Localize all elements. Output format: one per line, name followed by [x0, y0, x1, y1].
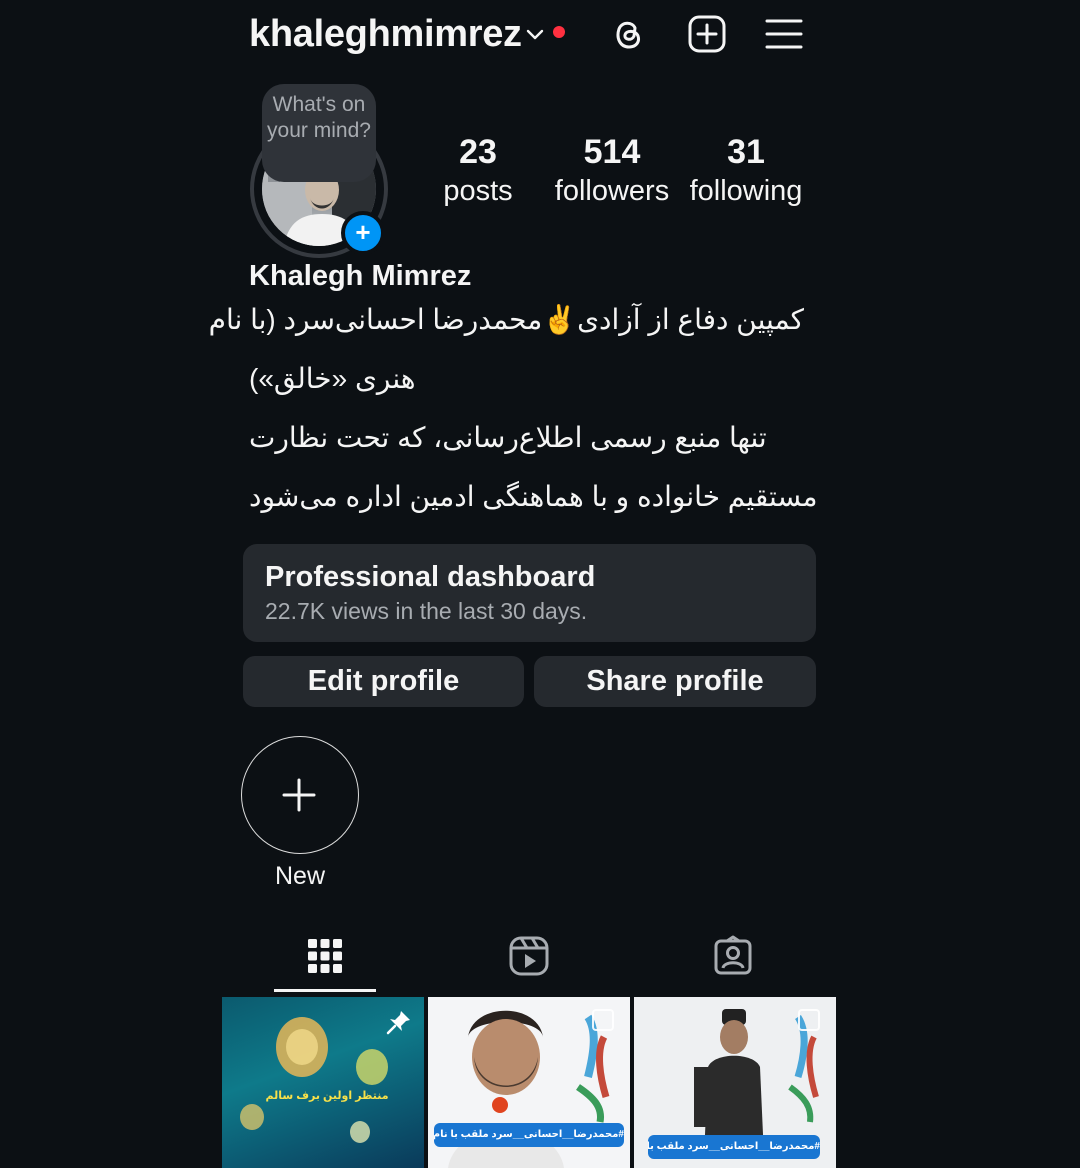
- post-caption: منتظر اولین برف سالم: [265, 1090, 389, 1102]
- bio-line: تنها منبع رسمی اطلاع‌رسانی، که تحت نظارت: [249, 422, 767, 453]
- stat-label: posts: [443, 175, 513, 207]
- stat-label: following: [689, 175, 803, 207]
- add-story-button[interactable]: +: [341, 211, 385, 255]
- active-tab-indicator: [274, 989, 376, 992]
- bio-line: مستقیم خانواده و با هماهنگی ادمین اداره …: [249, 481, 818, 512]
- share-profile-button[interactable]: Share profile: [534, 656, 816, 707]
- multi-post-icon: [592, 1009, 614, 1031]
- dashboard-title: Professional dashboard: [265, 561, 596, 593]
- bio-line: کمپین دفاع از آزادی✌️محمدرضا احسانی‌سرد …: [208, 304, 804, 335]
- stat-followers[interactable]: 514 followers: [548, 132, 676, 208]
- stat-posts[interactable]: 23 posts: [428, 132, 528, 208]
- stat-value: 514: [583, 133, 641, 171]
- plus-icon: [282, 778, 316, 812]
- new-highlight-label: New: [274, 862, 325, 890]
- notification-dot: [553, 26, 565, 38]
- add-post-icon[interactable]: [687, 14, 727, 54]
- post-tile[interactable]: #محمدرضا__احسانی__سرد ملقب با نام هنری خ…: [428, 997, 630, 1168]
- post-tile[interactable]: منتظر اولین برف سالم: [222, 997, 424, 1168]
- new-highlight-button[interactable]: [241, 736, 359, 854]
- dashboard-subtitle: 22.7K views in the last 30 days.: [265, 598, 588, 624]
- stat-label: followers: [554, 175, 670, 207]
- username-switcher[interactable]: khaleghmimrez: [249, 12, 522, 56]
- grid-icon[interactable]: [304, 935, 346, 977]
- stat-following[interactable]: 31 following: [682, 132, 810, 208]
- pin-icon: [386, 1011, 410, 1035]
- post-caption: #محمدرضا__احسانی__سرد ملقب با نام هنری خ…: [434, 1123, 624, 1147]
- stat-value: 31: [727, 133, 765, 171]
- multi-post-icon: [798, 1009, 820, 1031]
- post-tile[interactable]: #محمدرضا__احسانی__سرد ملقب با نام هنری خ…: [634, 997, 836, 1168]
- post-caption: #محمدرضا__احسانی__سرد ملقب با نام هنری خ…: [648, 1135, 820, 1159]
- stat-value: 23: [459, 133, 497, 171]
- edit-profile-button[interactable]: Edit profile: [243, 656, 524, 707]
- menu-icon[interactable]: [764, 14, 804, 54]
- bio-line: هنری «خالق»): [249, 363, 416, 394]
- chevron-down-icon[interactable]: [525, 24, 545, 44]
- threads-icon[interactable]: [608, 14, 648, 54]
- display-name: Khalegh Mimrez: [249, 260, 472, 292]
- professional-dashboard[interactable]: Professional dashboard 22.7K views in th…: [243, 544, 816, 642]
- reels-icon[interactable]: [508, 935, 550, 977]
- tagged-icon[interactable]: [712, 935, 754, 977]
- note-bubble[interactable]: What's on your mind?: [262, 84, 376, 182]
